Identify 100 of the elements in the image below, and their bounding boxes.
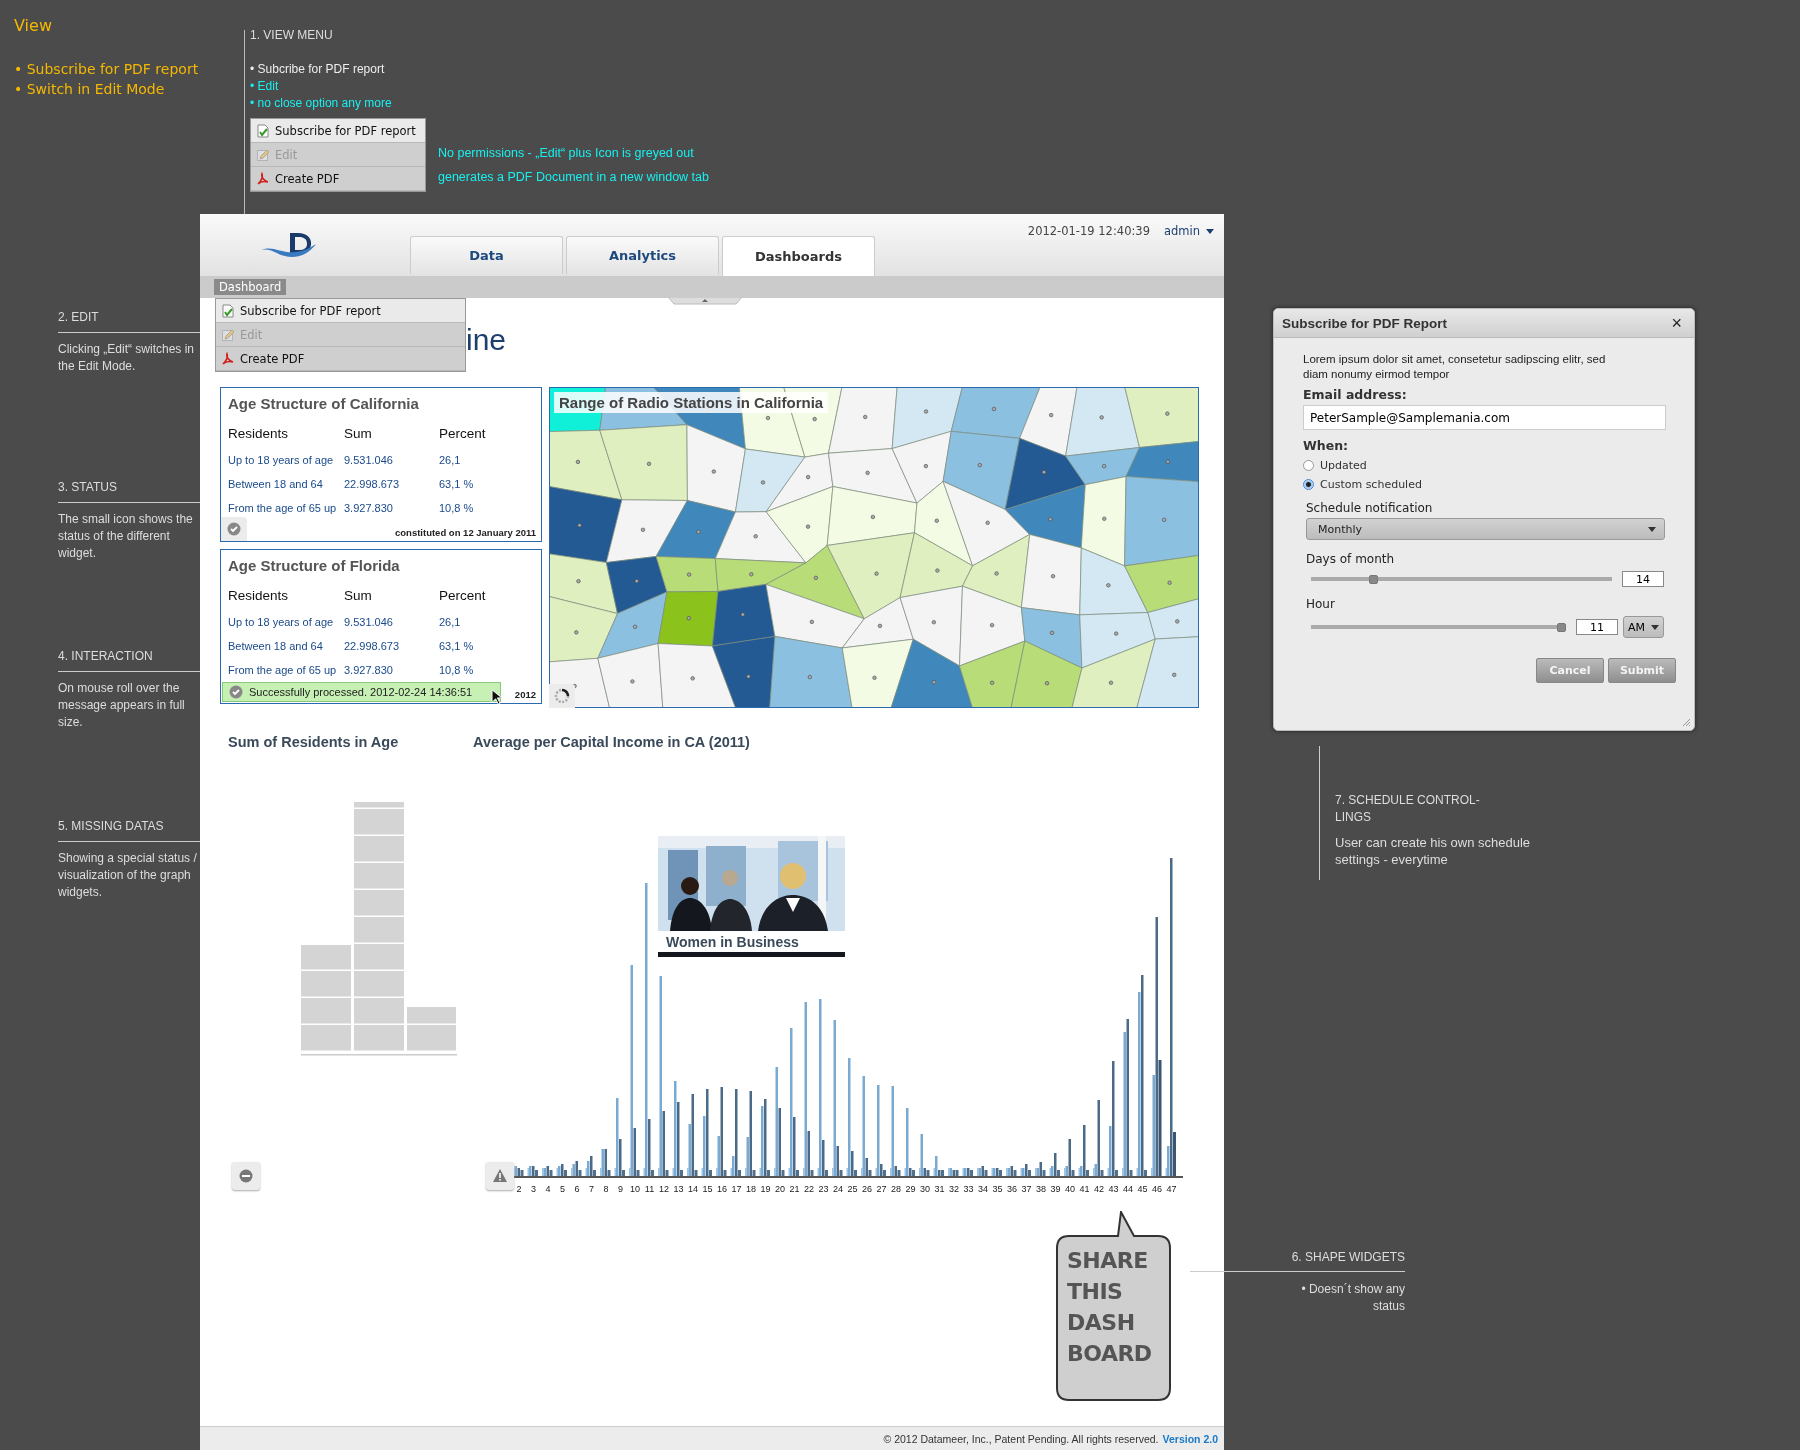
axis-label: 2: [516, 1184, 522, 1194]
table-cell-text: Between 18 and 64: [228, 639, 324, 653]
axis-label: 14: [688, 1184, 698, 1194]
note-text: User can create his own schedule settings - everytime: [1335, 834, 1532, 868]
note-bullet: • Edit: [250, 78, 280, 95]
table-cell-text: 10,8 %: [439, 501, 475, 515]
axis-label: 40: [1065, 1184, 1075, 1194]
picture-caption: Women in Business: [665, 933, 800, 952]
axis-label: 41: [1079, 1184, 1090, 1194]
note-text: On mouse roll over the message appears in full size.: [58, 680, 186, 731]
column-header: Sum: [344, 426, 373, 441]
nav-tab[interactable]: Analytics: [566, 236, 719, 274]
axis-label: 10: [630, 1184, 640, 1194]
table-cell-text: 9.531.046: [344, 615, 394, 629]
menu-item[interactable]: Subscribe for PDF report: [216, 299, 465, 323]
axis-label: 46: [1152, 1184, 1162, 1194]
note-heading: 7. SCHEDULE CONTROL-LINGS: [1335, 792, 1481, 826]
table-cell-text: From the age of 65 up: [228, 663, 338, 677]
radio-label: Updated: [1320, 459, 1367, 472]
resize-grip-icon[interactable]: [1681, 717, 1691, 727]
table-cell-text: 26,1: [439, 615, 462, 629]
axis-label: 29: [905, 1184, 916, 1194]
axis-label: 7: [589, 1184, 594, 1194]
axis-label: 37: [1021, 1184, 1032, 1194]
axis-label: 30: [920, 1184, 930, 1194]
axis-label: 23: [818, 1184, 829, 1194]
axis-label: 35: [992, 1184, 1003, 1194]
table-cell-text: 3.927.830: [344, 501, 394, 515]
axis-label: 18: [746, 1184, 756, 1194]
axis-label: 12: [659, 1184, 669, 1194]
column-header: Percent: [439, 426, 487, 441]
collapse-handle-icon[interactable]: [668, 297, 742, 305]
axis-label: 34: [978, 1184, 988, 1194]
chart-title: Sum of Residents in Age: [228, 734, 400, 750]
chart-title: Average per Capital Income in CA (2011): [473, 734, 751, 750]
user-menu[interactable]: admin: [1163, 224, 1200, 238]
axis-label: 26: [862, 1184, 872, 1194]
document-check-icon: [221, 303, 235, 318]
axis-label: 33: [963, 1184, 974, 1194]
radio-button[interactable]: [1303, 460, 1314, 471]
column-header: Residents: [228, 588, 290, 603]
axis-label: 17: [731, 1184, 742, 1194]
menu-item[interactable]: Create PDF: [251, 167, 425, 191]
axis-label: 43: [1108, 1184, 1119, 1194]
share-text: SHARE THIS DASH BOARD: [1067, 1247, 1153, 1368]
note-heading: 5. MISSING DATAS: [58, 819, 165, 833]
table-cell-text: 22.998.673: [344, 639, 401, 653]
period-dropdown[interactable]: AM: [1623, 616, 1664, 638]
nav-tab[interactable]: Dashboards: [722, 236, 875, 276]
schedule-dropdown[interactable]: Monthly: [1306, 518, 1665, 540]
field-label: Hour: [1306, 597, 1336, 611]
axis-label: 8: [603, 1184, 609, 1194]
value-field[interactable]: 14: [1622, 571, 1664, 587]
close-button[interactable]: ×: [1667, 312, 1686, 334]
column-header: Percent: [439, 588, 487, 603]
axis-label: 20: [775, 1184, 785, 1194]
axis-label: 6: [574, 1184, 580, 1194]
note-text: Clicking „Edit“ switches in the Edit Mode.: [58, 341, 196, 375]
axis-label: 4: [545, 1184, 551, 1194]
note-bullet: • Subcribe for PDF report: [250, 61, 386, 78]
table-cell-text: 10,8 %: [439, 663, 475, 677]
radio-button[interactable]: [1303, 479, 1314, 490]
axis-label: 22: [804, 1184, 814, 1194]
value-field[interactable]: 11: [1576, 619, 1618, 635]
message-text: Successfully processed. 2012-02-24 14:36:51: [249, 686, 473, 698]
table-cell-text: 63,1 %: [439, 639, 475, 653]
axis-label: 36: [1007, 1184, 1017, 1194]
panel-title: View: [14, 16, 53, 35]
dialog-title: Subscribe for PDF Report: [1282, 315, 1448, 331]
nav-tab[interactable]: Data: [410, 236, 563, 274]
caret-icon[interactable]: [1206, 228, 1214, 234]
share-speech-bubble[interactable]: SHARE THIS DASH BOARD: [1056, 1211, 1171, 1401]
table-cell-text: 26,1: [439, 453, 462, 467]
widget-footnote: 2012: [514, 689, 536, 700]
column-header: Sum: [344, 588, 373, 603]
pencil-document-icon: [221, 327, 235, 342]
table-cell-text: Up to 18 years of age: [228, 615, 335, 629]
field-label: Days of month: [1306, 552, 1396, 566]
note-text: The small icon shows the status of the different widget.: [58, 511, 194, 562]
dashboard-title: ine: [466, 322, 508, 358]
version-link[interactable]: Version 2.0: [1162, 1432, 1218, 1445]
slider-thumb[interactable]: [1369, 574, 1379, 584]
menu-item[interactable]: Subscribe for PDF report: [251, 119, 425, 143]
pdf-icon: [221, 351, 235, 366]
axis-label: 16: [717, 1184, 727, 1194]
axis-label: 42: [1094, 1184, 1104, 1194]
menu-item[interactable]: Create PDF: [216, 347, 465, 371]
axis-label: 25: [847, 1184, 858, 1194]
axis-label: 27: [876, 1184, 887, 1194]
axis-label: 32: [949, 1184, 959, 1194]
axis-label: 5: [560, 1184, 565, 1194]
axis-label: 15: [702, 1184, 713, 1194]
axis-label: 31: [934, 1184, 945, 1194]
slider-thumb[interactable]: [1557, 622, 1566, 632]
email-field[interactable]: PeterSample@Samplemania.com: [1303, 405, 1666, 430]
copyright-text: © 2012 Datameer, Inc., Patent Pending. All rights reserved.: [883, 1432, 1159, 1445]
note-heading: 3. STATUS: [58, 480, 118, 494]
table-cell-text: 63,1 %: [439, 477, 475, 491]
table-cell-text: 9.531.046: [344, 453, 394, 467]
axis-label: 45: [1137, 1184, 1148, 1194]
